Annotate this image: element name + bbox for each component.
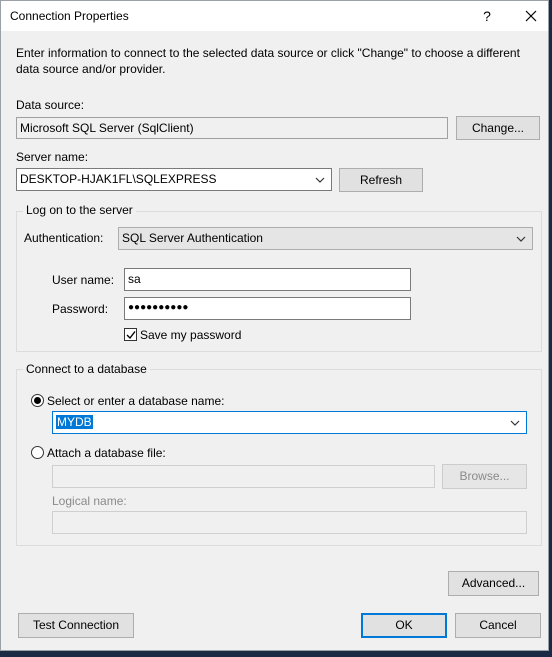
close-button[interactable] <box>511 1 551 31</box>
refresh-button[interactable]: Refresh <box>339 168 423 192</box>
advanced-button[interactable]: Advanced... <box>448 571 539 596</box>
data-source-field: Microsoft SQL Server (SqlClient) <box>16 117 448 139</box>
radio-dot <box>34 397 41 404</box>
window-title: Connection Properties <box>10 9 129 23</box>
cancel-button[interactable]: Cancel <box>455 613 541 638</box>
attach-file-radio[interactable] <box>31 446 44 459</box>
password-label: Password: <box>52 302 109 316</box>
database-group-title: Connect to a database <box>23 362 150 376</box>
authentication-value: SQL Server Authentication <box>122 231 263 245</box>
title-bar: Connection Properties ? <box>1 1 548 31</box>
chevron-down-icon[interactable] <box>313 169 327 190</box>
password-input[interactable]: ●●●●●●●●●● <box>124 297 411 320</box>
test-connection-button[interactable]: Test Connection <box>18 613 134 638</box>
save-password-label[interactable]: Save my password <box>140 328 241 342</box>
save-password-checkbox[interactable] <box>124 328 137 341</box>
close-icon <box>525 10 537 22</box>
change-button[interactable]: Change... <box>456 116 540 140</box>
select-database-radio[interactable] <box>31 394 44 407</box>
checkmark-icon <box>126 331 136 340</box>
chevron-down-icon[interactable] <box>508 412 522 433</box>
user-name-input[interactable]: sa <box>124 268 411 291</box>
authentication-combobox[interactable]: SQL Server Authentication <box>118 227 533 250</box>
attach-file-label[interactable]: Attach a database file: <box>47 446 166 460</box>
select-database-label[interactable]: Select or enter a database name: <box>47 394 224 408</box>
data-source-label: Data source: <box>16 98 85 112</box>
database-name-combobox[interactable]: MYDB <box>52 411 527 434</box>
server-name-combobox[interactable]: DESKTOP-HJAK1FL\SQLEXPRESS <box>16 168 332 191</box>
server-name-label: Server name: <box>16 150 89 164</box>
attach-file-input <box>52 465 435 488</box>
logon-group-title: Log on to the server <box>23 203 136 217</box>
help-button[interactable]: ? <box>467 1 507 31</box>
database-name-value: MYDB <box>56 415 93 429</box>
connection-properties-dialog: Connection Properties ? Enter informatio… <box>0 0 549 651</box>
server-name-value: DESKTOP-HJAK1FL\SQLEXPRESS <box>20 172 217 186</box>
logical-name-label: Logical name: <box>52 494 127 508</box>
authentication-label: Authentication: <box>24 231 104 245</box>
user-name-label: User name: <box>52 273 115 287</box>
browse-button: Browse... <box>442 464 527 489</box>
logical-name-input <box>52 511 527 534</box>
ok-button[interactable]: OK <box>361 613 447 638</box>
intro-text: Enter information to connect to the sele… <box>16 46 520 76</box>
chevron-down-icon[interactable] <box>514 228 528 249</box>
